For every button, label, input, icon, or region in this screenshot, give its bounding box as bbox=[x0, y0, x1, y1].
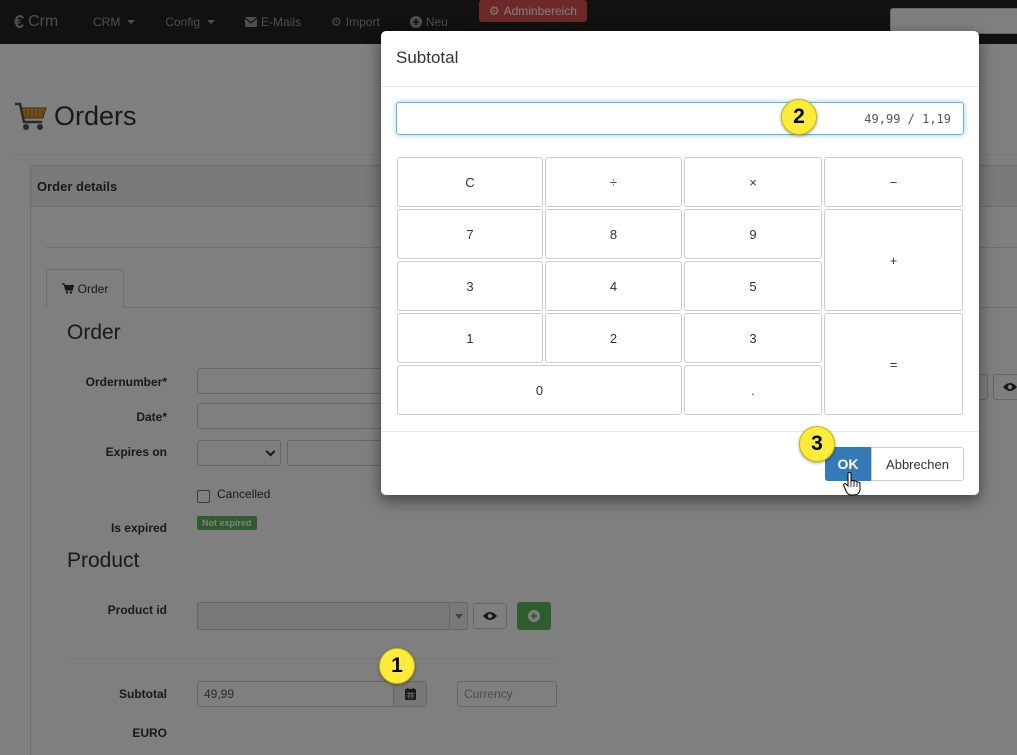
calc-0-button[interactable]: 0 bbox=[397, 365, 682, 415]
calc-plus-button[interactable]: + bbox=[824, 209, 963, 311]
modal-title: Subtotal bbox=[381, 31, 979, 87]
calc-minus-button[interactable]: − bbox=[824, 157, 963, 207]
cancel-button[interactable]: Abbrechen bbox=[871, 447, 964, 481]
calc-7-button[interactable]: 7 bbox=[397, 209, 543, 259]
modal-footer-divider bbox=[381, 431, 979, 432]
calc-1-button[interactable]: 1 bbox=[397, 313, 543, 363]
calc-5-button[interactable]: 5 bbox=[684, 261, 822, 311]
calc-9-button[interactable]: 9 bbox=[684, 209, 822, 259]
calc-3-button[interactable]: 3 bbox=[397, 261, 543, 311]
calc-equals-button[interactable]: = bbox=[824, 313, 963, 415]
calculator-display[interactable]: 49,99 / 1,19 bbox=[396, 102, 964, 135]
calc-dot-button[interactable]: . bbox=[684, 365, 822, 415]
step-marker-2: 2 bbox=[781, 99, 817, 135]
calc-clear-button[interactable]: C bbox=[397, 157, 543, 207]
hand-cursor-icon bbox=[843, 472, 861, 496]
step-marker-3: 3 bbox=[799, 426, 835, 462]
calc-multiply-button[interactable]: × bbox=[684, 157, 822, 207]
calc-3b-button[interactable]: 3 bbox=[684, 313, 822, 363]
step-marker-1: 1 bbox=[379, 648, 415, 684]
calculator-modal: Subtotal 49,99 / 1,19 C ÷ × − 7 8 9 + 3 … bbox=[381, 31, 979, 495]
calc-2-button[interactable]: 2 bbox=[545, 313, 682, 363]
calc-8-button[interactable]: 8 bbox=[545, 209, 682, 259]
calc-divide-button[interactable]: ÷ bbox=[545, 157, 682, 207]
calc-4-button[interactable]: 4 bbox=[545, 261, 682, 311]
